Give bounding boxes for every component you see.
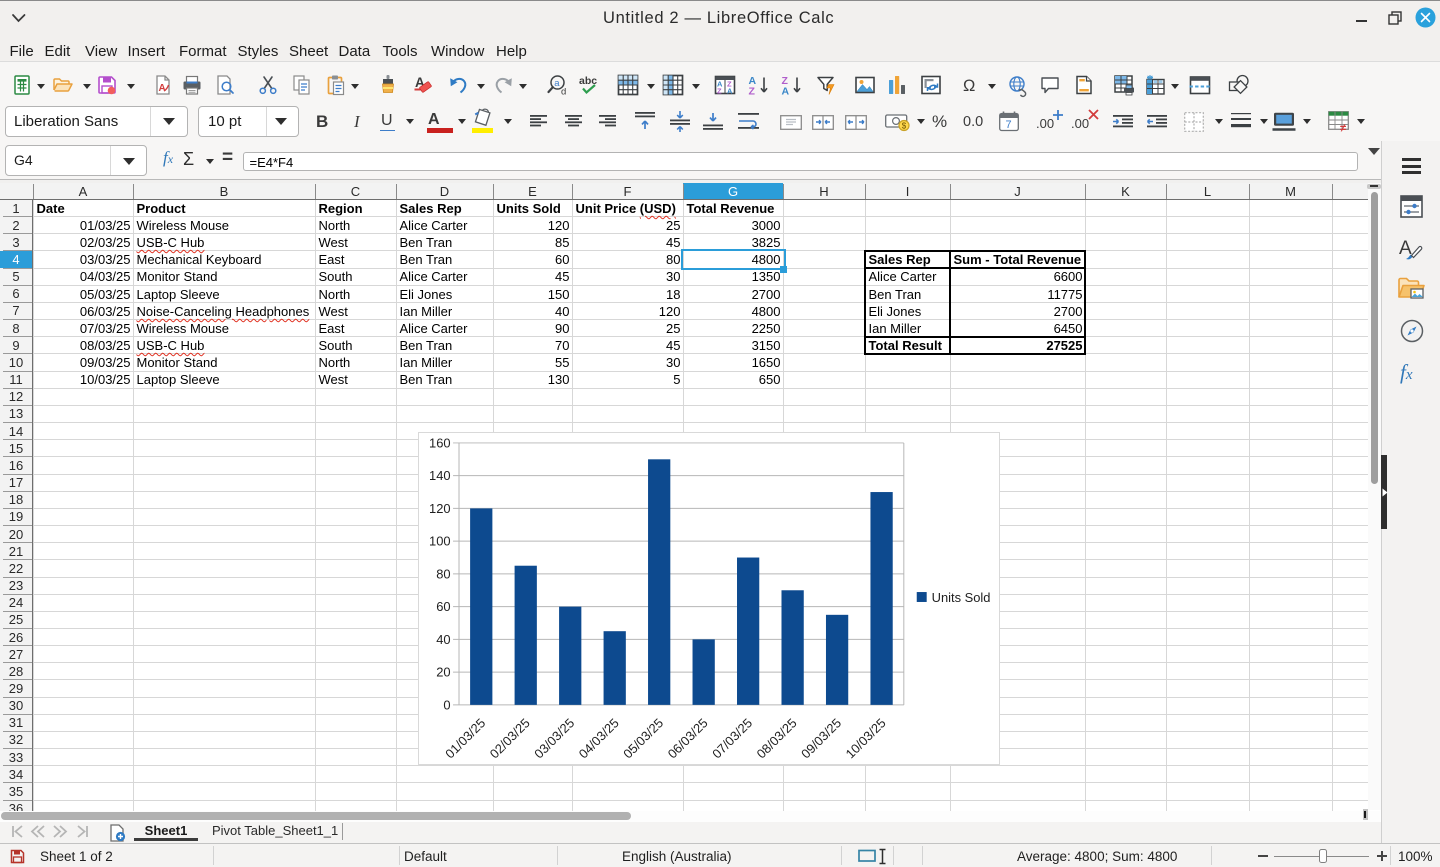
svg-text:Z: Z <box>717 87 722 96</box>
svg-text:Ω: Ω <box>963 77 975 95</box>
svg-text:120: 120 <box>429 501 451 516</box>
svg-text:$: $ <box>902 122 907 131</box>
svg-text:≠: ≠ <box>1340 123 1346 135</box>
svg-text:A: A <box>782 86 790 98</box>
svg-text:Units Sold: Units Sold <box>932 590 991 605</box>
svg-text:07/03/25: 07/03/25 <box>709 715 755 761</box>
svg-text:140: 140 <box>429 468 451 483</box>
svg-text:09/03/25: 09/03/25 <box>798 715 844 761</box>
svg-text:7: 7 <box>1006 119 1012 131</box>
svg-text:A: A <box>159 83 166 94</box>
svg-text:10/03/25: 10/03/25 <box>843 715 889 761</box>
svg-text:80: 80 <box>436 566 450 581</box>
svg-text:40: 40 <box>436 632 450 647</box>
svg-text:d: d <box>561 87 566 98</box>
svg-text:Z: Z <box>749 86 756 98</box>
svg-text:08/03/25: 08/03/25 <box>754 715 800 761</box>
svg-text:0: 0 <box>443 697 450 712</box>
svg-text:60: 60 <box>436 599 450 614</box>
svg-text:a: a <box>554 78 560 89</box>
svg-text:04/03/25: 04/03/25 <box>576 715 622 761</box>
svg-text:05/03/25: 05/03/25 <box>620 715 666 761</box>
svg-text:02/03/25: 02/03/25 <box>487 715 533 761</box>
svg-text:06/03/25: 06/03/25 <box>665 715 711 761</box>
svg-text:20: 20 <box>436 665 450 680</box>
svg-text:01/03/25: 01/03/25 <box>442 715 488 761</box>
svg-text:03/03/25: 03/03/25 <box>531 715 577 761</box>
svg-text:A: A <box>727 87 733 96</box>
svg-text:160: 160 <box>429 435 451 450</box>
svg-text:100: 100 <box>429 534 451 549</box>
